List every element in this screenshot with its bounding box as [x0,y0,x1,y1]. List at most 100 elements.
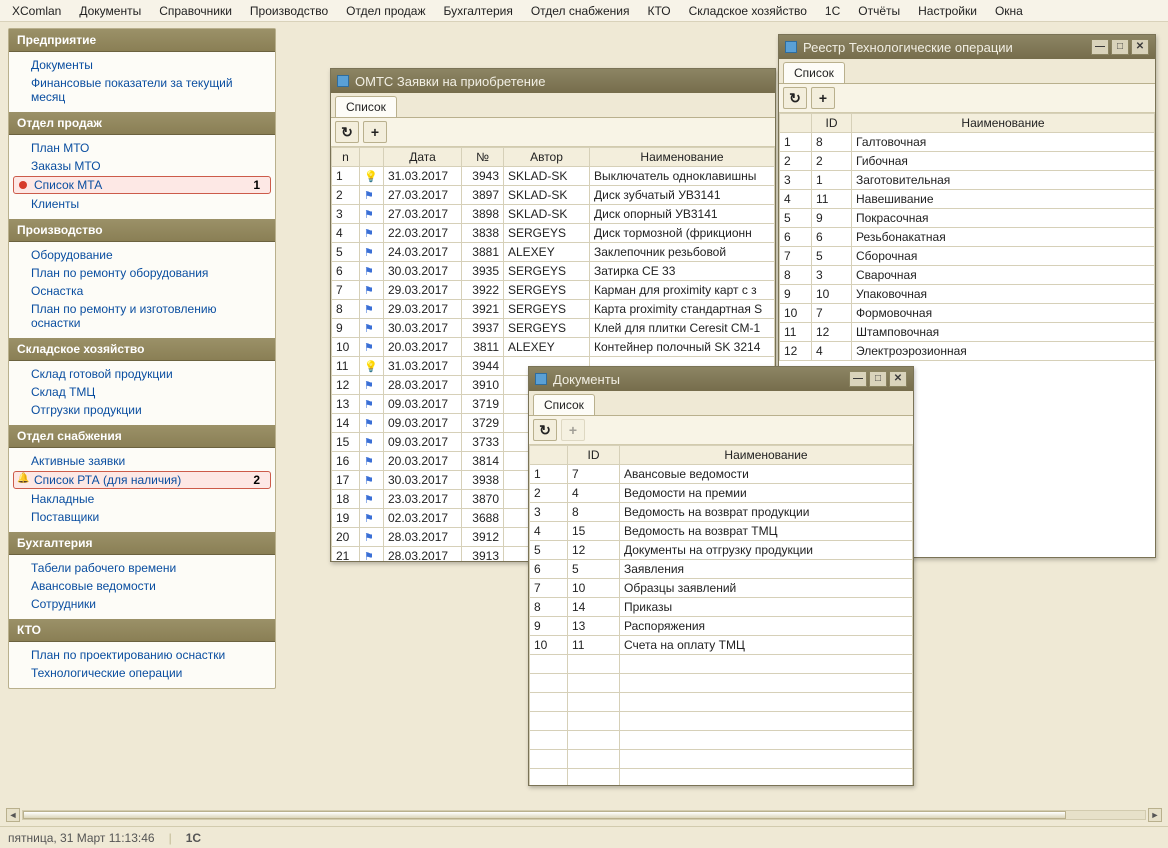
sidebar-group-header[interactable]: Бухгалтерия [9,532,275,555]
minimize-button[interactable]: — [1091,39,1109,55]
tab-list[interactable]: Список [533,394,595,415]
grid[interactable]: IDНаименование17Авансовые ведомости24Вед… [529,445,913,785]
tab-list[interactable]: Список [335,96,397,117]
titlebar[interactable]: Реестр Технологические операции — □ ✕ [779,35,1155,59]
refresh-button[interactable]: ↻ [783,87,807,109]
table-row[interactable] [530,750,913,769]
menu-item[interactable]: Настройки [910,2,985,20]
sidebar-item[interactable]: Табели рабочего времени [11,559,273,577]
menu-item[interactable]: Бухгалтерия [436,2,521,20]
sidebar-group-header[interactable]: Предприятие [9,29,275,52]
table-row[interactable] [530,674,913,693]
scroll-track[interactable] [22,810,1146,820]
column-header[interactable]: Наименование [852,114,1155,133]
menu-item[interactable]: Отчёты [850,2,908,20]
sidebar-item[interactable]: Список РТА (для наличия)2 [13,471,271,489]
table-row[interactable]: 5⚑24.03.20173881ALEXEYЗаклепочник резьбо… [332,243,775,262]
table-row[interactable]: 7⚑29.03.20173922SERGEYSКарман для proxim… [332,281,775,300]
table-row[interactable]: 1011Счета на оплату ТМЦ [530,636,913,655]
sidebar-item[interactable]: План МТО [11,139,273,157]
minimize-button[interactable]: — [849,371,867,387]
column-header[interactable]: Дата [384,148,462,167]
column-header[interactable]: Автор [504,148,590,167]
scroll-right-icon[interactable]: ► [1148,808,1162,822]
sidebar-item[interactable]: Финансовые показатели за текущий месяц [11,74,273,106]
table-row[interactable] [530,712,913,731]
table-row[interactable]: 75Сборочная [780,247,1155,266]
column-header[interactable] [530,446,568,465]
menu-item[interactable]: 1С [817,2,848,20]
maximize-button[interactable]: □ [1111,39,1129,55]
table-row[interactable]: 411Навешивание [780,190,1155,209]
sidebar-item[interactable]: План по ремонту и изготовлению оснастки [11,300,273,332]
menu-item[interactable]: Производство [242,2,336,20]
menu-item[interactable]: Окна [987,2,1031,20]
table-row[interactable]: 38Ведомость на возврат продукции [530,503,913,522]
sidebar-item[interactable]: Авансовые ведомости [11,577,273,595]
table-row[interactable] [530,655,913,674]
table-row[interactable]: 6⚑30.03.20173935SERGEYSЗатирка CE 33 [332,262,775,281]
table-row[interactable]: 814Приказы [530,598,913,617]
close-button[interactable]: ✕ [889,371,907,387]
menu-item[interactable]: XComlan [4,2,69,20]
menubar[interactable]: XComlanДокументыСправочникиПроизводствоО… [0,0,1168,22]
table-row[interactable]: 512Документы на отгрузку продукции [530,541,913,560]
menu-item[interactable]: Справочники [151,2,240,20]
sidebar-item[interactable]: Склад готовой продукции [11,365,273,383]
sidebar-item[interactable]: Заказы МТО [11,157,273,175]
horizontal-scrollbar[interactable]: ◄ ► [6,808,1162,822]
sidebar-item[interactable]: Оснастка [11,282,273,300]
sidebar-item[interactable]: Активные заявки [11,452,273,470]
table-row[interactable]: 18Галтовочная [780,133,1155,152]
column-header[interactable] [360,148,384,167]
table-row[interactable]: 8⚑29.03.20173921SERGEYSКарта proximity с… [332,300,775,319]
table-row[interactable]: 65Заявления [530,560,913,579]
sidebar-item[interactable]: Склад ТМЦ [11,383,273,401]
table-row[interactable] [530,693,913,712]
scroll-left-icon[interactable]: ◄ [6,808,20,822]
sidebar-item[interactable]: Поставщики [11,508,273,526]
table-row[interactable]: 1💡31.03.20173943SKLAD-SKВыключатель одно… [332,167,775,186]
table-row[interactable]: 415Ведомость на возврат ТМЦ [530,522,913,541]
column-header[interactable]: № [462,148,504,167]
menu-item[interactable]: Отдел снабжения [523,2,638,20]
table-row[interactable]: 22Гибочная [780,152,1155,171]
sidebar-group-header[interactable]: Отдел снабжения [9,425,275,448]
column-header[interactable]: ID [812,114,852,133]
menu-item[interactable]: Отдел продаж [338,2,433,20]
sidebar-item[interactable]: Документы [11,56,273,74]
sidebar-item[interactable]: Технологические операции [11,664,273,682]
sidebar-group-header[interactable]: Складское хозяйство [9,338,275,361]
table-row[interactable]: 66Резьбонакатная [780,228,1155,247]
table-row[interactable]: 2⚑27.03.20173897SKLAD-SKДиск зубчатый УВ… [332,186,775,205]
scroll-thumb[interactable] [23,811,1066,819]
column-header[interactable] [780,114,812,133]
sidebar-item[interactable]: Сотрудники [11,595,273,613]
maximize-button[interactable]: □ [869,371,887,387]
table-row[interactable]: 910Упаковочная [780,285,1155,304]
menu-item[interactable]: Документы [71,2,149,20]
table-row[interactable]: 24Ведомости на премии [530,484,913,503]
table-row[interactable]: 107Формовочная [780,304,1155,323]
table-row[interactable]: 913Распоряжения [530,617,913,636]
add-button[interactable]: + [363,121,387,143]
table-row[interactable]: 1112Штамповочная [780,323,1155,342]
table-row[interactable] [530,731,913,750]
sidebar-group-header[interactable]: КТО [9,619,275,642]
sidebar-item[interactable]: Список МТА1 [13,176,271,194]
table-row[interactable]: 9⚑30.03.20173937SERGEYSКлей для плитки C… [332,319,775,338]
sidebar-group-header[interactable]: Производство [9,219,275,242]
table-row[interactable]: 3⚑27.03.20173898SKLAD-SKДиск опорный УВ3… [332,205,775,224]
table-row[interactable]: 31Заготовительная [780,171,1155,190]
column-header[interactable]: Наименование [620,446,913,465]
sidebar-item[interactable]: План по ремонту оборудования [11,264,273,282]
table-row[interactable]: 17Авансовые ведомости [530,465,913,484]
column-header[interactable]: ID [568,446,620,465]
refresh-button[interactable]: ↻ [533,419,557,441]
table-row[interactable]: 59Покрасочная [780,209,1155,228]
sidebar-item[interactable]: Клиенты [11,195,273,213]
table-row[interactable]: 10⚑20.03.20173811ALEXEYКонтейнер полочны… [332,338,775,357]
table-row[interactable]: 710Образцы заявлений [530,579,913,598]
refresh-button[interactable]: ↻ [335,121,359,143]
table-row[interactable]: 83Сварочная [780,266,1155,285]
